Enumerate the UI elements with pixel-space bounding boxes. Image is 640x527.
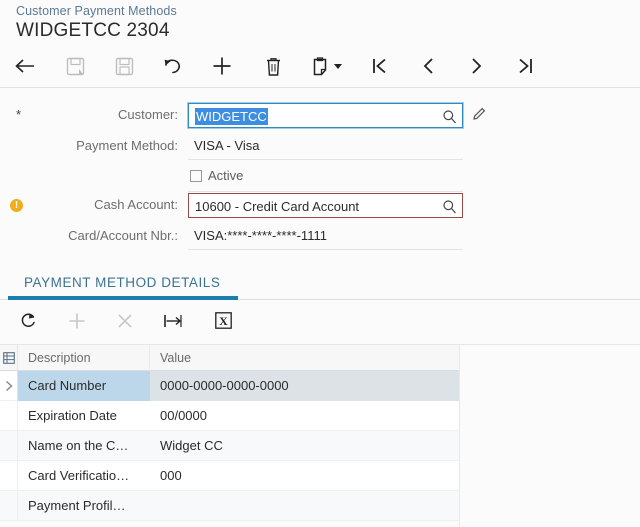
clipboard-icon bbox=[311, 56, 329, 77]
previous-record-button[interactable] bbox=[411, 50, 445, 82]
row-indicator bbox=[0, 401, 18, 431]
card-account-nbr-value: VISA:****-****-****-1111 bbox=[188, 223, 463, 250]
table-row[interactable]: Card Number 0000-0000-0000-0000 bbox=[0, 371, 460, 401]
save-and-close-button bbox=[58, 50, 92, 82]
row-indicator bbox=[0, 431, 18, 461]
page-title: WIDGETCC 2304 bbox=[16, 20, 170, 41]
form-row-payment-method: Payment Method: VISA - Visa bbox=[0, 132, 640, 162]
cell-value[interactable]: 000 bbox=[150, 461, 460, 491]
grid-right-edge bbox=[459, 345, 460, 527]
notes-dropdown-caret[interactable] bbox=[334, 64, 342, 69]
table-row[interactable]: Payment Profil… bbox=[0, 491, 460, 521]
form-row-customer: * Customer: WIDGETCC bbox=[0, 101, 640, 131]
plus-icon bbox=[67, 311, 87, 336]
undo-arrow-icon bbox=[162, 56, 184, 76]
cash-account-input[interactable]: 10600 - Credit Card Account bbox=[188, 193, 463, 218]
active-checkbox-row[interactable]: Active bbox=[190, 168, 243, 183]
next-record-button[interactable] bbox=[460, 50, 494, 82]
cell-description[interactable]: Payment Profil… bbox=[18, 491, 150, 521]
first-record-icon bbox=[370, 56, 388, 76]
row-indicator bbox=[0, 491, 18, 521]
grid-toolbar: X bbox=[0, 301, 640, 345]
back-arrow-icon bbox=[14, 57, 36, 75]
cash-account-label-wrap: ! Cash Account: bbox=[0, 191, 178, 221]
first-record-button[interactable] bbox=[362, 50, 396, 82]
tab-payment-method-details[interactable]: PAYMENT METHOD DETAILS bbox=[8, 264, 236, 300]
cell-description[interactable]: Name on the C… bbox=[18, 431, 150, 461]
refresh-icon bbox=[19, 311, 38, 335]
warning-exclamation-icon[interactable]: ! bbox=[10, 199, 23, 212]
save-close-icon bbox=[66, 57, 85, 76]
plus-icon bbox=[211, 55, 233, 77]
grid-fit-columns-button[interactable] bbox=[156, 308, 190, 338]
breadcrumb[interactable]: Customer Payment Methods bbox=[16, 4, 177, 18]
row-indicator bbox=[0, 461, 18, 491]
payment-method-label: Payment Method: bbox=[76, 138, 178, 153]
pencil-edit-icon[interactable] bbox=[471, 106, 487, 127]
table-row[interactable]: Name on the C… Widget CC bbox=[0, 431, 460, 461]
delete-button[interactable] bbox=[256, 50, 290, 82]
cell-value[interactable]: Widget CC bbox=[150, 431, 460, 461]
active-tab-indicator bbox=[8, 296, 238, 300]
svg-text:X: X bbox=[219, 314, 228, 328]
table-row[interactable]: Card Verificatio… 000 bbox=[0, 461, 460, 491]
page-header: Customer Payment Methods WIDGETCC 2304 bbox=[0, 0, 640, 45]
next-record-icon bbox=[470, 56, 484, 76]
notes-button[interactable] bbox=[303, 50, 337, 82]
payment-method-details-grid: Description Value Card Number 0000-0000-… bbox=[0, 345, 460, 527]
customer-required-marker: * bbox=[16, 107, 22, 122]
form-row-cash-account: ! Cash Account: 10600 - Credit Card Acco… bbox=[0, 191, 640, 221]
save-disk-icon bbox=[115, 57, 134, 76]
grid-export-excel-button[interactable]: X bbox=[206, 308, 240, 338]
magnifier-icon[interactable] bbox=[442, 108, 457, 133]
trash-icon bbox=[264, 56, 283, 77]
grid-column-header-value[interactable]: Value bbox=[150, 345, 459, 371]
card-account-nbr-label-wrap: Card/Account Nbr.: bbox=[0, 222, 178, 252]
cell-value[interactable]: 0000-0000-0000-0000 bbox=[150, 371, 460, 401]
cell-description[interactable]: Card Verificatio… bbox=[18, 461, 150, 491]
customer-input[interactable]: WIDGETCC bbox=[187, 102, 464, 129]
form-row-active: Active bbox=[0, 163, 640, 193]
record-form: * Customer: WIDGETCC Payment Method: VIS… bbox=[0, 89, 640, 264]
main-toolbar bbox=[0, 45, 640, 88]
cash-account-input-value: 10600 - Credit Card Account bbox=[195, 199, 360, 214]
save-button bbox=[107, 50, 141, 82]
tab-bar: PAYMENT METHOD DETAILS bbox=[0, 264, 640, 300]
page-root: Customer Payment Methods WIDGETCC 2304 *… bbox=[0, 0, 640, 527]
payment-method-label-wrap: Payment Method: bbox=[0, 132, 178, 162]
active-label: Active bbox=[208, 168, 244, 183]
table-row[interactable]: Expiration Date 00/0000 bbox=[0, 401, 460, 431]
customer-label: Customer: bbox=[118, 107, 178, 122]
customer-input-value: WIDGETCC bbox=[195, 108, 268, 125]
cell-description[interactable]: Card Number bbox=[18, 371, 150, 401]
grid-header-row: Description Value bbox=[0, 345, 460, 371]
active-checkbox[interactable] bbox=[190, 169, 202, 182]
undo-button[interactable] bbox=[156, 50, 190, 82]
fit-columns-icon bbox=[162, 312, 184, 335]
cell-value[interactable]: 00/0000 bbox=[150, 401, 460, 431]
grid-column-header-description[interactable]: Description bbox=[18, 345, 150, 371]
card-account-nbr-label: Card/Account Nbr.: bbox=[68, 228, 178, 243]
grid-refresh-button[interactable] bbox=[11, 308, 45, 338]
last-record-button[interactable] bbox=[509, 50, 543, 82]
customer-label-wrap: * Customer: bbox=[0, 101, 178, 131]
grid-delete-row-button bbox=[108, 308, 142, 338]
excel-export-icon: X bbox=[214, 311, 233, 335]
cash-account-label: Cash Account: bbox=[94, 197, 178, 212]
row-selected-chevron-icon bbox=[0, 371, 18, 401]
cell-description[interactable]: Expiration Date bbox=[18, 401, 150, 431]
column-settings-icon[interactable] bbox=[0, 345, 18, 371]
payment-method-value: VISA - Visa bbox=[188, 133, 463, 160]
close-x-icon bbox=[116, 312, 134, 335]
magnifier-icon[interactable] bbox=[442, 198, 457, 223]
last-record-icon bbox=[517, 56, 535, 76]
cell-value[interactable] bbox=[150, 491, 460, 521]
back-button[interactable] bbox=[8, 50, 42, 82]
add-new-button[interactable] bbox=[205, 50, 239, 82]
form-row-card-account-nbr: Card/Account Nbr.: VISA:****-****-****-1… bbox=[0, 222, 640, 252]
previous-record-icon bbox=[421, 56, 435, 76]
grid-add-row-button bbox=[60, 308, 94, 338]
